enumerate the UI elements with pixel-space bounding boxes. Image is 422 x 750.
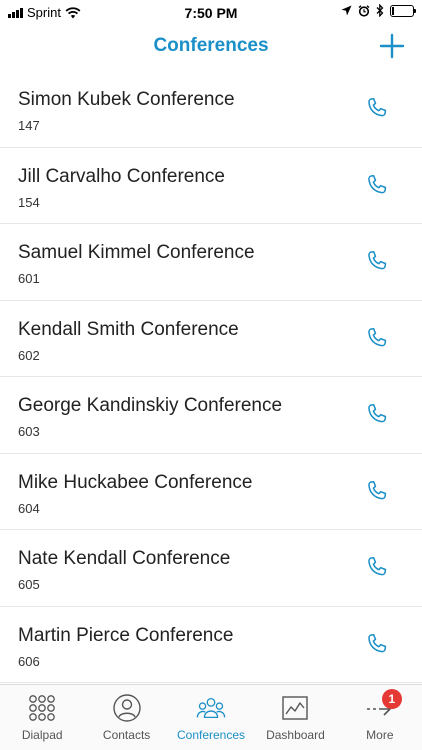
- conference-row[interactable]: Simon Kubek Conference 147: [0, 71, 422, 148]
- notification-badge: 1: [381, 689, 402, 709]
- conference-name: Mike Huckabee Conference: [18, 471, 253, 493]
- tab-conferences[interactable]: Conferences: [169, 685, 253, 750]
- conference-number: 604: [18, 500, 40, 516]
- conference-name: Kendall Smith Conference: [18, 318, 239, 340]
- conference-row[interactable]: Nate Kendall Conference 605: [0, 530, 422, 607]
- tab-dashboard[interactable]: Dashboard: [253, 685, 337, 750]
- conference-name: Samuel Kimmel Conference: [18, 242, 255, 263]
- battery-level: [392, 6, 394, 15]
- conference-row[interactable]: George Kandinskiy Conference 603: [0, 377, 422, 454]
- nav-bar: Conferences: [0, 26, 422, 70]
- conference-row[interactable]: Samuel Kimmel Conference 601: [0, 224, 422, 301]
- tab-contacts[interactable]: Contacts: [84, 685, 168, 750]
- phone-icon: [368, 403, 387, 423]
- tab-label: More: [366, 728, 394, 742]
- tab-more[interactable]: More 1: [338, 685, 422, 750]
- phone-icon: [368, 556, 387, 576]
- tab-label: Contacts: [102, 728, 151, 742]
- phone-icon: [368, 250, 387, 270]
- conference-name: George Kandinskiy Conference: [18, 395, 283, 416]
- conference-row[interactable]: Mike Huckabee Conference 604: [0, 454, 422, 530]
- phone-icon: [368, 633, 387, 652]
- contact-icon: [112, 694, 141, 722]
- phone-icon: [368, 174, 387, 193]
- location-icon: [341, 5, 352, 16]
- bluetooth-icon: [376, 4, 384, 17]
- call-button[interactable]: [364, 402, 390, 428]
- tab-icon: [280, 693, 310, 723]
- status-right: [341, 4, 416, 17]
- battery-icon: [390, 4, 416, 17]
- phone-icon: [368, 480, 387, 499]
- status-bar: Sprint 7:50 PM: [0, 0, 422, 26]
- tab-dialpad[interactable]: Dialpad: [0, 685, 84, 750]
- conference-name: Simon Kubek Conference: [18, 89, 235, 110]
- call-button[interactable]: [364, 249, 390, 275]
- alarm-icon: [358, 4, 370, 17]
- call-button[interactable]: [364, 555, 390, 581]
- dialpad-icon: [29, 695, 56, 721]
- conference-row[interactable]: Jill Carvalho Conference 154: [0, 148, 422, 224]
- tab-label: Dashboard: [266, 728, 325, 742]
- conference-name: Martin Pierce Conference: [18, 624, 234, 646]
- dashboard-icon: [282, 696, 309, 720]
- tab-icon: [27, 693, 57, 723]
- conference-number: 603: [18, 424, 40, 439]
- conference-number: 605: [18, 577, 40, 592]
- conference-list: Simon Kubek Conference 147 Jill Carvalho C…: [0, 71, 422, 683]
- phone-icon: [368, 97, 387, 117]
- conference-number: 154: [18, 194, 40, 210]
- tab-label: Conferences: [176, 728, 246, 742]
- call-button[interactable]: [364, 479, 390, 505]
- plus-icon: [379, 33, 405, 59]
- tab-bar: Dialpad Contacts Conferences Dashboard More 1: [0, 684, 422, 750]
- call-button[interactable]: [364, 326, 390, 352]
- tab-label: Dialpad: [21, 728, 63, 742]
- add-conference-button[interactable]: [378, 32, 406, 60]
- conference-number: 147: [18, 118, 40, 133]
- tab-icon: [112, 693, 142, 723]
- conference-row[interactable]: Kendall Smith Conference 602: [0, 301, 422, 377]
- conference-icon: [196, 697, 226, 719]
- call-button[interactable]: [364, 173, 390, 199]
- conference-number: 602: [18, 347, 40, 363]
- call-button[interactable]: [364, 96, 390, 122]
- tab-icon: [196, 693, 226, 723]
- conference-number: 601: [18, 271, 40, 286]
- page-title: Conferences: [153, 35, 269, 56]
- phone-icon: [368, 327, 387, 346]
- conference-name: Nate Kendall Conference: [18, 548, 231, 569]
- conference-row[interactable]: Martin Pierce Conference 606: [0, 607, 422, 683]
- call-button[interactable]: [364, 632, 390, 658]
- conference-number: 606: [18, 653, 40, 669]
- conference-name: Jill Carvalho Conference: [18, 165, 225, 187]
